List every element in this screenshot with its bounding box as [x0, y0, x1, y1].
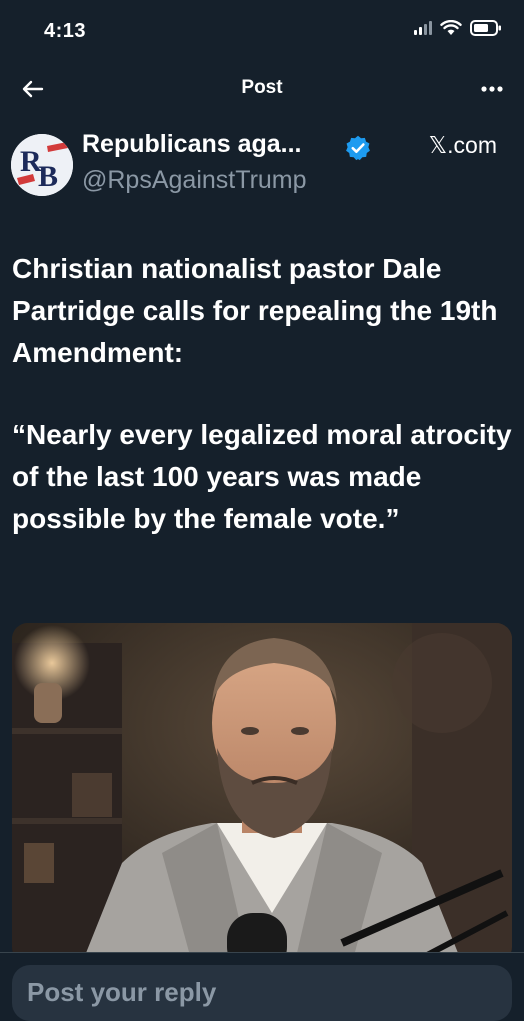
post-text: Christian nationalist pastor Dale Partri… [12, 248, 512, 540]
rb-logo-icon: R B [11, 134, 73, 196]
top-nav: Post [0, 64, 524, 114]
status-bar: 4:13 [0, 0, 524, 64]
reply-placeholder: Post your reply [27, 977, 217, 1007]
video-still-image [12, 623, 512, 963]
status-time: 4:13 [44, 20, 87, 42]
reply-input[interactable]: Post your reply [12, 965, 512, 1021]
page-title: Post [241, 77, 283, 98]
reply-bar: Post your reply [0, 952, 524, 1021]
author-name[interactable]: Republicans aga... [82, 130, 302, 159]
source-label[interactable]: 𝕏.com [429, 132, 497, 159]
more-horizontal-icon[interactable] [476, 74, 508, 104]
wifi-icon [440, 20, 462, 35]
verified-badge-icon [346, 135, 370, 161]
battery-icon [470, 20, 501, 36]
status-icons [414, 20, 502, 36]
post-text-paragraph-1: Christian nationalist pastor Dale Partri… [12, 253, 498, 368]
post-media[interactable] [12, 623, 512, 963]
cellular-signal-icon [414, 21, 432, 35]
author-handle[interactable]: @RpsAgainstTrump [82, 166, 307, 195]
post-text-paragraph-2: “Nearly every legalized moral atrocity o… [12, 419, 512, 534]
svg-text:B: B [38, 160, 58, 193]
post-author: R B Republicans aga... 𝕏.com @RpsAgainst… [0, 124, 524, 204]
avatar[interactable]: R B [11, 134, 73, 196]
